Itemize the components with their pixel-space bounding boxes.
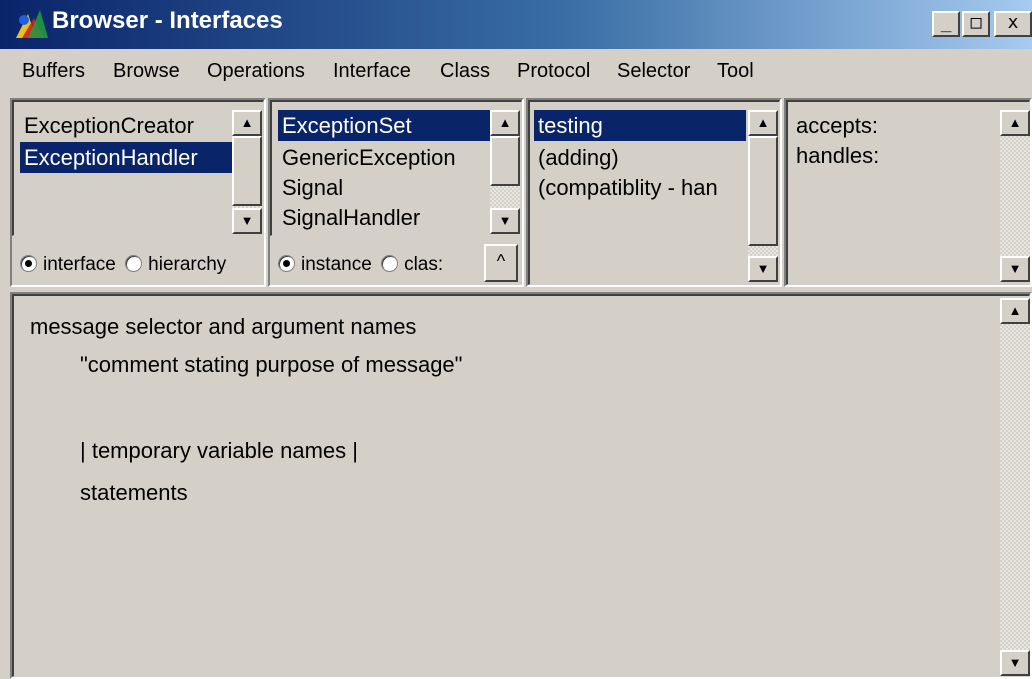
menu-tool[interactable]: Tool [717,60,754,83]
list-item[interactable]: accepts: [792,110,878,141]
code-line: statements [80,480,188,505]
side-radio-group: instance clas: [278,254,443,276]
view-radio-group: interface hierarchy [20,254,226,276]
class-scrollbar[interactable]: ▲ ▼ [490,110,520,234]
interface-list[interactable]: ExceptionCreator ExceptionHandler ▲ ▼ [12,100,264,236]
list-item[interactable]: Signal [278,172,343,203]
code-editor[interactable]: message selector and argument names "com… [12,294,1030,677]
radio-class-label[interactable]: clas: [404,254,443,275]
scroll-track[interactable] [1000,136,1030,256]
caret-button[interactable]: ^ [484,244,518,282]
title-bar[interactable]: Browser - Interfaces _ □ x [0,0,1032,49]
radio-instance-icon[interactable] [278,255,295,272]
scroll-up-icon[interactable]: ▲ [490,110,520,136]
code-line: "comment stating purpose of message" [80,352,463,377]
menu-browse[interactable]: Browse [113,60,180,83]
radio-class-icon[interactable] [381,255,399,272]
list-item[interactable]: (compatiblity - han [534,172,746,203]
close-button[interactable]: x [994,11,1032,37]
selector-scrollbar[interactable]: ▲ ▼ [1000,110,1030,282]
maximize-button[interactable]: □ [962,11,990,37]
protocol-scrollbar[interactable]: ▲ ▼ [748,110,778,282]
radio-hierarchy-icon[interactable] [125,255,143,272]
list-item[interactable]: handles: [792,140,879,171]
menu-interface[interactable]: Interface [333,60,411,83]
menu-buffers[interactable]: Buffers [22,60,85,83]
interface-scrollbar[interactable]: ▲ ▼ [232,110,262,234]
scroll-up-icon[interactable]: ▲ [748,110,778,136]
protocol-list[interactable]: testing (adding) (compatiblity - han ▲ ▼ [528,100,780,285]
scroll-up-icon[interactable]: ▲ [1000,110,1030,136]
radio-interface-label[interactable]: interface [43,254,116,275]
selector-list[interactable]: accepts: handles: ▲ ▼ [786,100,1030,285]
list-item[interactable]: GenericException [278,142,456,173]
scroll-thumb[interactable] [232,136,262,206]
scroll-track[interactable] [1000,324,1030,650]
scroll-up-icon[interactable]: ▲ [1000,298,1030,324]
menu-protocol[interactable]: Protocol [517,60,590,83]
list-item-selected[interactable]: ExceptionSet [278,110,490,141]
radio-hierarchy-label[interactable]: hierarchy [148,254,226,275]
app-logo-icon [16,10,48,38]
list-item[interactable]: (adding) [534,142,619,173]
menu-bar: Buffers Browse Operations Interface Clas… [0,52,1032,90]
scroll-down-icon[interactable]: ▼ [1000,650,1030,676]
list-item[interactable]: ExceptionCreator [20,110,238,141]
code-line: message selector and argument names [30,314,417,339]
scroll-up-icon[interactable]: ▲ [232,110,262,136]
menu-selector[interactable]: Selector [617,60,690,83]
list-item-selected[interactable]: testing [534,110,746,141]
radio-interface-icon[interactable] [20,255,37,272]
class-list[interactable]: ExceptionSet GenericException Signal Sig… [270,100,522,236]
scroll-thumb[interactable] [490,136,520,186]
radio-instance-label[interactable]: instance [301,254,372,275]
list-item[interactable]: SignalHandler [278,202,420,233]
list-item-selected[interactable]: ExceptionHandler [20,142,238,173]
scroll-down-icon[interactable]: ▼ [232,208,262,234]
window-title: Browser - Interfaces [52,7,283,34]
scroll-down-icon[interactable]: ▼ [1000,256,1030,282]
code-line: | temporary variable names | [80,438,358,463]
editor-scrollbar[interactable]: ▲ ▼ [1000,298,1030,676]
menu-operations[interactable]: Operations [207,60,305,83]
minimize-button[interactable]: _ [932,11,960,37]
menu-class[interactable]: Class [440,60,490,83]
scroll-thumb[interactable] [748,136,778,246]
scroll-down-icon[interactable]: ▼ [748,256,778,282]
scroll-down-icon[interactable]: ▼ [490,208,520,234]
